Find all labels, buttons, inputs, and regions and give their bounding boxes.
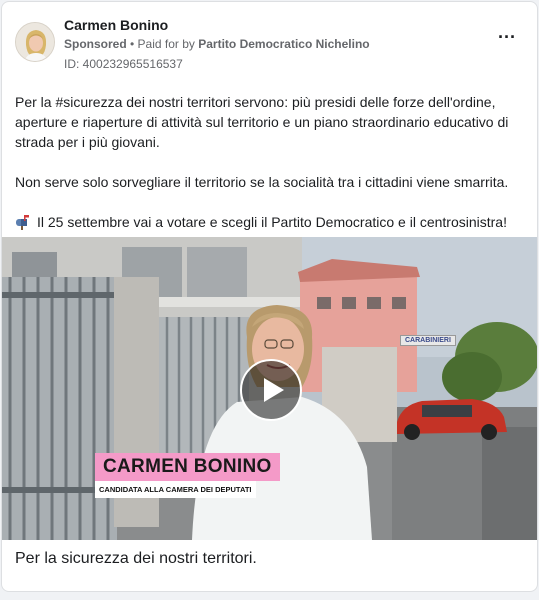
ad-post-card: Carmen Bonino Sponsored • Paid for by Pa… [1, 1, 538, 592]
sponsored-label: Sponsored [64, 37, 127, 51]
video-player[interactable]: CARABINIERI CARMEN BONINO CANDIDATA ALLA… [2, 237, 537, 540]
body-paragraph-2: Non serve solo sorvegliare il territorio… [15, 174, 509, 190]
mailbox-icon [15, 214, 31, 230]
paid-for-prefix: • Paid for by [126, 37, 199, 51]
body-paragraph-1: Per la #sicurezza dei nostri territori s… [15, 94, 509, 150]
carabinieri-sign: CARABINIERI [400, 335, 456, 346]
page-name[interactable]: Carmen Bonino [64, 17, 168, 33]
post-body: Per la #sicurezza dei nostri territori s… [15, 92, 527, 232]
payer-name[interactable]: Partito Democratico Nichelino [198, 37, 369, 51]
video-caption: Per la sicurezza dei nostri territori. [15, 550, 257, 567]
play-button[interactable] [240, 359, 302, 421]
ellipsis-icon[interactable]: ··· [495, 28, 519, 50]
avatar[interactable] [15, 22, 55, 62]
sponsored-meta: Sponsored • Paid for by Partito Democrat… [64, 37, 370, 51]
ad-id: ID: 400232965516537 [64, 57, 183, 71]
play-icon [264, 378, 284, 402]
body-paragraph-3-text: Il 25 settembre vai a votare e scegli il… [37, 214, 507, 230]
video-overlay-name: CARMEN BONINO [95, 453, 280, 481]
video-overlay-role: CANDIDATA ALLA CAMERA DEI DEPUTATI [95, 481, 256, 498]
body-paragraph-3: Il 25 settembre vai a votare e scegli il… [15, 212, 527, 232]
post-header: Carmen Bonino Sponsored • Paid for by Pa… [2, 2, 537, 82]
